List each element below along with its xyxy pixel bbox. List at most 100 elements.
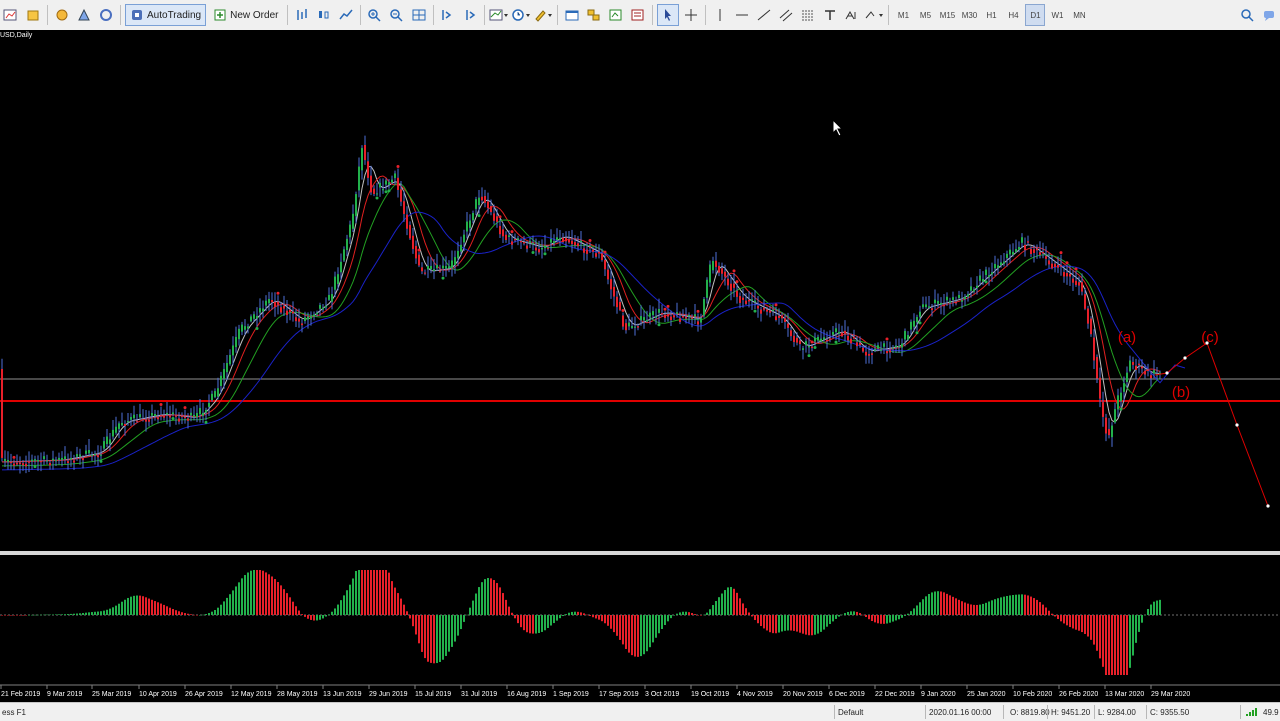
histogram-bar [544,615,546,631]
periods-button[interactable] [511,4,531,26]
price-bar [33,455,37,469]
histogram-bar [1144,615,1146,616]
candlestick-button[interactable] [314,4,334,26]
histogram-bar [724,590,726,615]
history-button[interactable] [606,4,626,26]
price-chart[interactable]: (a) (b) (c) 21 Feb 2019 9 Mar 2019 25 Mar 20… [0,30,1280,702]
histogram-bar [154,601,156,615]
chat-button[interactable] [1259,4,1279,26]
zoom-in-button[interactable] [365,4,385,26]
histogram-bar [61,614,63,615]
date-tick-label: 25 Jan 2020 [967,691,1006,698]
histogram-bar [1111,615,1113,675]
histogram-bar [1006,595,1008,615]
crosshair-tool-button[interactable] [681,4,701,26]
histogram-bar [859,613,861,615]
histogram-bar [31,614,33,616]
search-button[interactable] [1237,4,1257,26]
timeframe-h4-button[interactable]: H4 [1003,4,1023,26]
histogram-bar [673,615,675,616]
histogram-bar [826,615,828,627]
new-chart-button[interactable] [1,4,21,26]
autotrading-button[interactable]: AutoTrading [125,4,207,26]
window-button[interactable] [562,4,582,26]
equidistant-channel-tool-button[interactable] [776,4,796,26]
histogram-bar [994,599,996,615]
signal-dot [441,276,445,280]
status-close: C: 9355.50 [1150,708,1190,717]
histogram-bar [496,583,498,615]
date-tick-label: 29 Jun 2019 [369,691,408,698]
histogram-bar [808,615,810,636]
terminal-button[interactable] [96,4,116,26]
toolbar-separator [120,5,121,25]
histogram-bar [148,598,150,615]
profiles-button[interactable] [23,4,43,26]
timeframe-d1-button[interactable]: D1 [1025,4,1046,26]
tile-windows-button[interactable] [409,4,429,26]
status-open: O: 8819.80 [1010,708,1050,717]
date-tick-label: 25 Mar 2019 [92,691,131,698]
timeframe-h1-button[interactable]: H1 [981,4,1001,26]
arrows-icon [866,11,884,19]
elliott-wave-projection[interactable]: (a) (b) (c) [1118,329,1270,508]
arrows-tool-button[interactable] [864,4,884,26]
signal-dot [99,459,103,463]
histogram-bar [211,611,213,615]
text-label-tool-button[interactable] [842,4,862,26]
text-tool-button[interactable] [820,4,840,26]
zoom-out-button[interactable] [387,4,407,26]
histogram-bar [181,612,183,615]
new-order-button[interactable]: New Order [208,4,283,26]
signal-dot [732,269,736,273]
histogram-bar [814,615,816,635]
signal-dot [657,323,661,327]
histogram-bar [220,604,222,615]
cursor-tool-button[interactable] [657,4,680,26]
status-divider [1003,705,1004,719]
histogram-bar [517,615,519,624]
objects-button[interactable] [584,4,604,26]
histogram-bar [691,613,693,615]
bar-chart-button[interactable] [292,4,312,26]
navigator-button[interactable] [74,4,94,26]
histogram-bar [193,614,195,616]
histogram-bar [907,613,909,615]
histogram-bar [217,607,219,615]
strategy-tester-button[interactable] [628,4,648,26]
histogram-bar [721,593,723,615]
histogram-bar [64,614,66,615]
toolbar-separator [484,5,486,25]
toolbar-separator [287,5,289,25]
date-tick-label: 9 Mar 2019 [47,691,83,698]
histogram-bar [1012,595,1014,615]
timeframe-mn-button[interactable]: MN [1069,4,1089,26]
timeframe-m30-button[interactable]: M30 [959,4,979,26]
timeframe-m1-button[interactable]: M1 [893,4,913,26]
horizontal-line-tool-button[interactable] [732,4,752,26]
signal-dot [915,331,919,335]
histogram-bar [331,611,333,615]
histogram-bar [502,593,504,615]
indicators-button[interactable] [489,4,509,26]
templates-button[interactable] [533,4,553,26]
auto-scroll-button[interactable] [438,4,458,26]
histogram-bar [553,615,555,624]
timeframe-m5-button[interactable]: M5 [915,4,935,26]
subwindow-separator[interactable] [0,551,1280,555]
histogram-bar [550,615,552,626]
histogram-bar [889,615,891,623]
histogram-bar [382,570,384,615]
timeframe-m15-button[interactable]: M15 [937,4,957,26]
market-watch-button[interactable] [52,4,72,26]
histogram-bar [88,612,90,615]
histogram-bar [538,615,540,633]
trendline-tool-button[interactable] [754,4,774,26]
fibonacci-tool-button[interactable] [798,4,818,26]
vertical-line-tool-button[interactable] [710,4,730,26]
timeframe-w1-button[interactable]: W1 [1047,4,1067,26]
chart-shift-button[interactable] [460,4,480,26]
chart-window[interactable]: (a) (b) (c) 21 Feb 2019 9 Mar 2019 25 Mar 20… [0,30,1280,702]
histogram-bar [463,615,465,622]
line-chart-button[interactable] [336,4,356,26]
